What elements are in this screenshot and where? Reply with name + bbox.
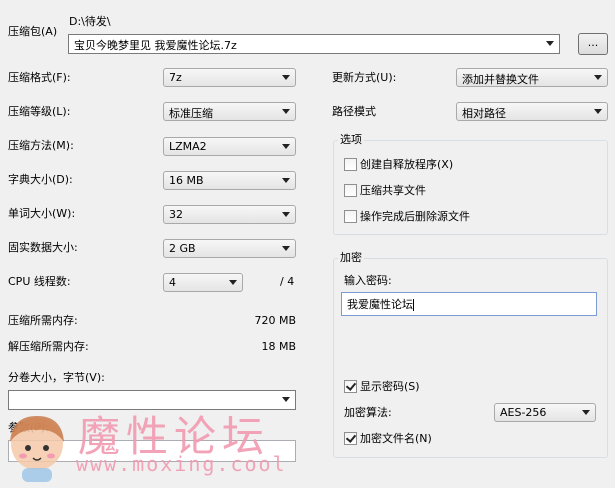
enc-method-select[interactable]: AES-256 [494,403,596,422]
threads-max: / 4 [280,275,295,288]
encryption-group [333,258,608,458]
update-label: 更新方式(U): [332,71,397,84]
show-password-checkbox[interactable] [344,380,357,393]
method-label: 压缩方法(M): [8,139,74,152]
method-value: LZMA2 [169,140,207,153]
update-value: 添加并替换文件 [462,73,539,86]
encrypt-names-label[interactable]: 加密文件名(N) [360,432,432,446]
format-label: 压缩格式(F): [8,71,71,84]
word-label: 单词大小(W): [8,207,76,220]
shared-checkbox[interactable] [344,184,357,197]
chevron-down-icon [282,212,290,217]
mem-decompress-label: 解压缩所需内存: [8,340,89,353]
sfx-label[interactable]: 创建自释放程序(X) [360,158,453,172]
chevron-down-icon [282,75,290,80]
password-value: 我爱魔性论坛 [347,298,413,311]
threads-label: CPU 线程数: [8,275,71,288]
split-label: 分卷大小，字节(V): [8,371,105,384]
shared-label[interactable]: 压缩共享文件 [360,184,426,198]
chevron-down-icon [594,109,602,114]
archive-label: 压缩包(A) [8,25,58,38]
browse-button[interactable]: ... [578,33,608,55]
password-input[interactable]: 我爱魔性论坛 [341,292,597,316]
word-value: 32 [169,208,183,221]
archive-path: D:\待发\ [69,15,111,28]
pathmode-label: 路径模式 [332,105,376,118]
format-select[interactable]: 7z [163,68,296,87]
chevron-down-icon [282,109,290,114]
encryption-title: 加密 [338,251,364,265]
solid-select[interactable]: 2 GB [163,239,296,258]
dict-label: 字典大小(D): [8,173,73,186]
chevron-down-icon[interactable] [546,41,554,46]
options-title: 选项 [338,133,364,147]
enc-method-label: 加密算法: [344,406,392,419]
delete-label[interactable]: 操作完成后删除源文件 [360,210,470,224]
chevron-down-icon [594,75,602,80]
solid-value: 2 GB [169,242,196,255]
dict-value: 16 MB [169,174,204,187]
chevron-down-icon [582,410,590,415]
enc-method-value: AES-256 [500,406,547,419]
threads-value: 4 [169,276,176,289]
delete-checkbox[interactable] [344,210,357,223]
password-label: 输入密码: [344,274,392,287]
pathmode-value: 相对路径 [462,107,506,120]
threads-select[interactable]: 4 [163,273,243,292]
chevron-down-icon [282,178,290,183]
level-select[interactable]: 标准压缩 [163,102,296,121]
solid-label: 固实数据大小: [8,241,78,254]
encrypt-names-checkbox[interactable] [344,432,357,445]
watermark-url: www.moxing.cool [76,452,287,476]
chevron-down-icon [282,246,290,251]
level-label: 压缩等级(L): [8,105,71,118]
update-select[interactable]: 添加并替换文件 [456,68,608,87]
text-cursor [413,299,414,311]
method-select[interactable]: LZMA2 [163,137,296,156]
mem-decompress-value: 18 MB [261,340,296,353]
pathmode-select[interactable]: 相对路径 [456,102,608,121]
show-password-label[interactable]: 显示密码(S) [360,380,420,394]
chevron-down-icon[interactable] [282,397,290,402]
archive-name-value: 宝贝今晚梦里见 我爱魔性论坛.7z [74,39,237,52]
archive-name-combo[interactable]: 宝贝今晚梦里见 我爱魔性论坛.7z [68,34,560,54]
mascot-icon [10,416,64,482]
mem-compress-value: 720 MB [254,314,296,327]
mem-compress-label: 压缩所需内存: [8,314,78,327]
format-value: 7z [169,71,182,84]
word-select[interactable]: 32 [163,205,296,224]
sfx-checkbox[interactable] [344,158,357,171]
chevron-down-icon [229,280,237,285]
level-value: 标准压缩 [169,107,213,120]
dict-select[interactable]: 16 MB [163,171,296,190]
chevron-down-icon [282,144,290,149]
